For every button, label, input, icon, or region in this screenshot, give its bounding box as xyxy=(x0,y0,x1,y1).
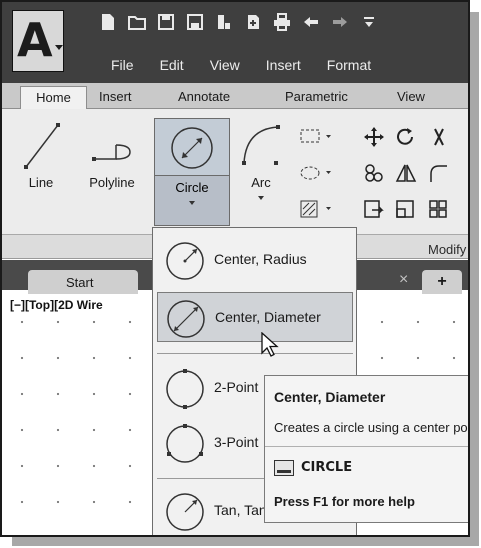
menu-separator xyxy=(157,353,353,354)
command-line-icon xyxy=(274,460,294,476)
circle-center-radius-icon xyxy=(166,242,204,280)
rotate-tool[interactable] xyxy=(394,126,418,153)
polyline-icon xyxy=(92,144,131,161)
move-tool[interactable] xyxy=(362,126,386,153)
menu-item-label: Center, Radius xyxy=(214,251,307,267)
line-icon xyxy=(24,123,60,169)
fillet-tool[interactable] xyxy=(427,162,451,189)
new-tab-button[interactable]: + xyxy=(422,270,462,294)
menu-item-center-diameter[interactable]: Center, Diameter xyxy=(157,292,353,342)
tab-home[interactable]: Home xyxy=(20,86,87,110)
print-icon[interactable] xyxy=(272,12,291,31)
trim-icon xyxy=(434,128,444,146)
tooltip-divider xyxy=(265,446,468,447)
ribbon-tab-bar: Home Insert Annotate Parametric View xyxy=(2,83,468,110)
copy-tool[interactable] xyxy=(362,162,386,189)
menu-item-label: 2-Point xyxy=(214,379,259,395)
menu-item-center-radius[interactable]: Center, Radius xyxy=(157,235,353,285)
menu-edit[interactable]: Edit xyxy=(160,57,184,73)
ellipse-tool[interactable] xyxy=(299,162,333,189)
tab-annotate[interactable]: Annotate xyxy=(178,89,230,104)
tab-parametric[interactable]: Parametric xyxy=(285,89,348,104)
stretch-tool[interactable] xyxy=(362,198,386,225)
modify-panel-title[interactable]: Modify xyxy=(428,242,466,257)
array-tool[interactable] xyxy=(427,198,451,225)
rotate-icon xyxy=(397,128,413,145)
quick-access-toolbar xyxy=(98,12,378,31)
menu-item-label: Center, Diameter xyxy=(215,309,321,325)
rectangle-icon xyxy=(300,129,331,143)
app-logo-letter: A xyxy=(17,13,53,67)
mirror-icon xyxy=(395,164,417,182)
ellipse-icon xyxy=(300,166,331,180)
undo-icon[interactable] xyxy=(301,12,320,31)
arc-label: Arc xyxy=(251,175,271,190)
hatch-icon xyxy=(300,200,331,218)
circle-dropdown-toggle[interactable]: Circle xyxy=(155,175,229,225)
chevron-down-icon xyxy=(189,201,195,205)
autocad-window: A File Edit View Insert Format Home Inse… xyxy=(0,0,470,537)
circle-2-point-icon xyxy=(166,369,204,409)
command-tooltip: Center, Diameter Creates a circle using … xyxy=(264,375,468,523)
mouse-pointer-icon xyxy=(261,332,279,357)
close-tab-icon[interactable]: × xyxy=(399,271,408,289)
circle-icon xyxy=(171,127,213,169)
menu-insert[interactable]: Insert xyxy=(266,57,301,73)
polyline-label: Polyline xyxy=(89,175,135,190)
chevron-down-icon xyxy=(258,196,264,200)
menu-item-label: 3-Point xyxy=(214,434,259,450)
fillet-icon xyxy=(430,165,447,182)
share-icon[interactable] xyxy=(214,12,233,31)
array-icon xyxy=(429,200,447,218)
save-as-icon[interactable] xyxy=(185,12,204,31)
circle-center-diameter-icon xyxy=(167,300,205,338)
arc-tool[interactable]: Arc xyxy=(236,119,286,200)
polyline-tool[interactable]: Polyline xyxy=(75,119,149,190)
circle-label: Circle xyxy=(175,180,209,195)
open-folder-icon[interactable] xyxy=(127,12,146,31)
publish-icon[interactable] xyxy=(243,12,262,31)
title-bar: A File Edit View Insert Format xyxy=(2,2,468,83)
new-file-icon[interactable] xyxy=(98,12,117,31)
rectangle-tool[interactable] xyxy=(299,126,333,153)
line-tool[interactable]: Line xyxy=(16,119,66,190)
tooltip-help-hint: Press F1 for more help xyxy=(274,494,415,509)
tab-insert[interactable]: Insert xyxy=(99,89,132,104)
tooltip-command-name: CIRCLE xyxy=(301,460,353,475)
line-label: Line xyxy=(28,175,54,190)
menu-file[interactable]: File xyxy=(111,57,134,73)
customize-qat-icon[interactable] xyxy=(359,12,378,31)
redo-icon[interactable] xyxy=(330,12,349,31)
menu-bar: File Edit View Insert Format xyxy=(111,57,397,73)
tooltip-title: Center, Diameter xyxy=(274,389,386,405)
viewport-controls[interactable]: [−][Top][2D Wire xyxy=(10,298,105,312)
application-menu-button[interactable]: A xyxy=(12,10,64,72)
menu-view[interactable]: View xyxy=(210,57,240,73)
tooltip-description: Creates a circle using a center point an… xyxy=(274,420,468,435)
circle-3-point-icon xyxy=(166,424,204,463)
start-tab[interactable]: Start xyxy=(28,270,138,296)
arc-icon xyxy=(242,125,280,165)
move-icon xyxy=(364,127,384,147)
save-icon[interactable] xyxy=(156,12,175,31)
scale-tool[interactable] xyxy=(394,198,418,225)
mirror-tool[interactable] xyxy=(394,162,418,189)
chevron-down-icon xyxy=(55,45,63,50)
menu-format[interactable]: Format xyxy=(327,57,371,73)
trim-tool[interactable] xyxy=(427,126,451,153)
tab-view[interactable]: View xyxy=(397,89,425,104)
stretch-icon xyxy=(364,200,384,218)
circle-tan-tan-radius-icon xyxy=(166,493,204,531)
scale-icon xyxy=(396,200,414,218)
circle-tool-button[interactable]: Circle xyxy=(154,118,230,226)
copy-icon xyxy=(365,164,383,182)
hatch-tool[interactable] xyxy=(299,198,333,225)
